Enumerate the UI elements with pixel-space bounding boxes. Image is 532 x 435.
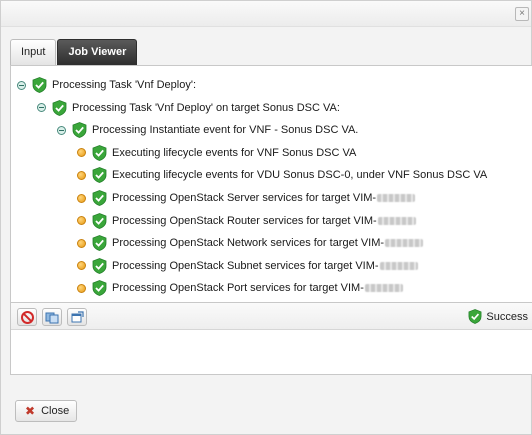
collapse-toggle-icon[interactable] xyxy=(17,80,26,90)
status-label: Success xyxy=(486,310,528,323)
redacted-value xyxy=(377,216,416,225)
tree-row[interactable]: Processing Instantiate event for VNF - S… xyxy=(57,119,358,141)
collapse-toggle-icon[interactable] xyxy=(57,125,66,135)
tree-row-label: Processing OpenStack Subnet services for… xyxy=(112,259,379,272)
success-shield-icon xyxy=(468,309,482,324)
tree-row-label: Processing Instantiate event for VNF - S… xyxy=(92,124,359,137)
tree-row-label: Processing Task 'Vnf Deploy': xyxy=(52,79,197,91)
success-shield-icon xyxy=(92,280,107,297)
title-bar: × xyxy=(1,1,531,27)
popout-icon xyxy=(71,311,84,323)
stop-icon xyxy=(20,310,34,324)
redacted-value xyxy=(379,261,418,270)
job-viewer-panel: Processing Task 'Vnf Deploy': Processing … xyxy=(10,65,532,375)
refresh-icon xyxy=(45,312,59,323)
tree-row-label: Processing OpenStack Port services for t… xyxy=(112,282,364,295)
status-bar: Success xyxy=(11,302,532,330)
tree-row-label: Processing OpenStack Server services for… xyxy=(112,192,377,204)
stop-button[interactable] xyxy=(17,308,37,326)
tree-row[interactable]: Processing OpenStack Port services for t… xyxy=(77,277,403,299)
tree-row[interactable]: Processing Task 'Vnf Deploy': xyxy=(17,74,196,96)
close-button-label: Close xyxy=(41,405,70,417)
success-shield-icon xyxy=(92,144,107,161)
leaf-bullet-icon xyxy=(77,283,86,293)
redacted-value xyxy=(385,239,424,248)
job-status: Success xyxy=(468,309,528,324)
leaf-bullet-icon xyxy=(77,261,86,271)
tree-row[interactable]: Processing OpenStack Network services fo… xyxy=(77,232,424,254)
tab-input[interactable]: Input xyxy=(10,39,57,65)
redacted-value xyxy=(377,194,416,202)
redacted-value xyxy=(364,284,403,293)
tree-row-label: Processing Task 'Vnf Deploy' on target S… xyxy=(72,101,340,114)
close-icon: ✖ xyxy=(25,404,36,418)
success-shield-icon xyxy=(92,190,107,206)
success-shield-icon xyxy=(92,257,107,274)
leaf-bullet-icon xyxy=(77,238,86,248)
tab-bar: Input Job Viewer xyxy=(10,39,138,65)
tree-row-label: Processing OpenStack Network services fo… xyxy=(112,237,385,250)
tree-row[interactable]: Processing OpenStack Router services for… xyxy=(77,210,416,232)
tree-row[interactable]: Processing OpenStack Subnet services for… xyxy=(77,255,418,277)
leaf-bullet-icon xyxy=(77,170,86,180)
tree-row[interactable]: Processing Task 'Vnf Deploy' on target S… xyxy=(37,97,340,119)
tab-job-viewer[interactable]: Job Viewer xyxy=(57,39,138,65)
success-shield-icon xyxy=(92,235,107,252)
window-close-button[interactable]: × xyxy=(515,7,529,21)
task-tree: Processing Task 'Vnf Deploy': Processing … xyxy=(11,74,532,302)
leaf-bullet-icon xyxy=(77,216,86,226)
tree-row[interactable]: Processing OpenStack Server services for… xyxy=(77,187,416,209)
success-shield-icon xyxy=(72,122,87,139)
refresh-button[interactable] xyxy=(42,308,62,326)
close-button[interactable]: ✖ Close xyxy=(15,400,77,422)
leaf-bullet-icon xyxy=(77,193,86,203)
success-shield-icon xyxy=(92,167,107,184)
leaf-bullet-icon xyxy=(77,148,86,158)
job-dialog: × Input Job Viewer Processing Task 'Vnf … xyxy=(0,0,532,435)
tree-row[interactable]: Executing lifecycle events for VNF Sonus… xyxy=(77,142,356,164)
collapse-toggle-icon[interactable] xyxy=(37,103,46,113)
tree-row[interactable]: Executing lifecycle events for VDU Sonus… xyxy=(77,164,487,186)
tree-row-label: Processing OpenStack Router services for… xyxy=(112,214,377,227)
popout-button[interactable] xyxy=(67,308,87,326)
tree-row-label: Executing lifecycle events for VDU Sonus… xyxy=(112,169,488,182)
success-shield-icon xyxy=(32,77,47,93)
success-shield-icon xyxy=(52,99,67,116)
success-shield-icon xyxy=(92,212,107,229)
tree-row-label: Executing lifecycle events for VNF Sonus… xyxy=(112,146,357,159)
